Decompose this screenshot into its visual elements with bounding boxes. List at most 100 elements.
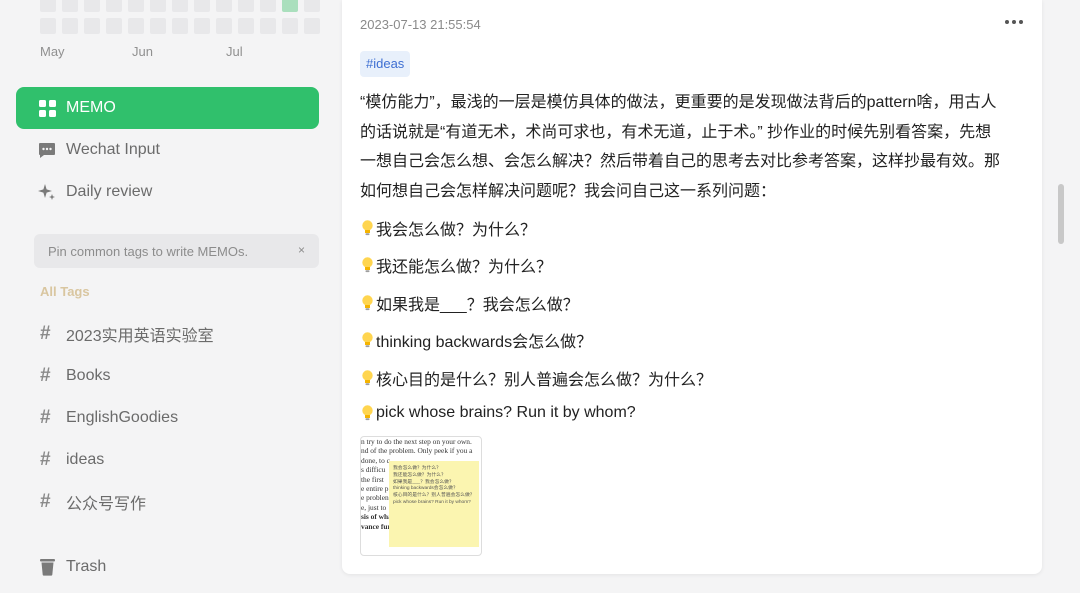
heatmap-cell[interactable]	[150, 0, 166, 12]
heatmap-cell[interactable]	[216, 18, 232, 34]
nav-memo-label: MEMO	[66, 99, 116, 116]
tag-label: ideas	[66, 451, 105, 468]
lightbulb-icon	[362, 295, 373, 311]
more-options-icon[interactable]	[1004, 14, 1024, 30]
pin-tags-hint: Pin common tags to write MEMOs. ×	[34, 234, 319, 268]
nav-wechat-input[interactable]: Wechat Input	[16, 129, 319, 171]
heatmap-cell[interactable]	[282, 18, 298, 34]
all-tags-heading: All Tags	[40, 284, 90, 299]
memo-timestamp: 2023-07-13 21:55:54	[360, 17, 481, 32]
heatmap-cell[interactable]	[260, 0, 276, 12]
note-line: 我会怎么做？为什么？	[393, 466, 441, 471]
nav-trash[interactable]: Trash	[16, 546, 319, 588]
hash-icon: #	[40, 449, 51, 470]
heatmap-cell[interactable]	[150, 18, 166, 34]
heatmap-cell[interactable]	[216, 0, 232, 12]
tag-label: EnglishGoodies	[66, 409, 179, 426]
heatmap-cell[interactable]	[62, 0, 78, 12]
heatmap-cell[interactable]	[304, 18, 320, 34]
book-line: nd of the problem. Only peek if you a	[361, 446, 473, 456]
tag-item[interactable]: # 2023实用英语实验室	[34, 317, 319, 351]
question-text: 我会怎么做？为什么？	[376, 222, 537, 239]
heatmap-cell[interactable]	[106, 18, 122, 34]
heatmap-cell[interactable]	[40, 0, 56, 12]
note-line: 我还能怎么做？为什么？	[393, 472, 446, 478]
lightbulb-icon	[362, 257, 373, 273]
paragraph-line: 的话说就是“有道无术，术尚可求也，有术无道，止于术。” 抄作业的时候先别看答案，…	[360, 123, 992, 141]
memo-card: 2023-07-13 21:55:54 #ideas “模仿能力”，最浅的一层是…	[342, 0, 1042, 574]
month-label: Jul	[226, 44, 243, 59]
heatmap-cell[interactable]	[84, 0, 100, 12]
heatmap-cell[interactable]	[128, 0, 144, 12]
heatmap-cell[interactable]	[238, 0, 254, 12]
trash-icon	[38, 558, 56, 576]
question-text: 核心目的是什么？别人普遍会怎么做？为什么？	[376, 372, 713, 389]
tag-item[interactable]: # ideas	[34, 443, 319, 477]
heatmap-cell[interactable]	[194, 0, 210, 12]
book-line: n try to do the next step on your own.	[361, 437, 472, 446]
question-item: 核心目的是什么？别人普遍会怎么做？为什么？	[360, 366, 712, 390]
heatmap-cell[interactable]	[62, 18, 78, 34]
lightbulb-icon	[362, 370, 373, 386]
note-line: pick whose brains? Run it by whom?	[393, 499, 471, 505]
hash-icon: #	[40, 407, 51, 428]
tag-label: Books	[66, 367, 111, 384]
pin-hint-text: Pin common tags to write MEMOs.	[48, 243, 249, 259]
heatmap-cell[interactable]	[40, 18, 56, 34]
heatmap-cell[interactable]	[194, 18, 210, 34]
memo-image-thumbnail[interactable]: n try to do the next step on your own. n…	[360, 436, 482, 556]
paragraph-line: “模仿能力”，最浅的一层是模仿具体的做法，更重要的是发现做法背后的pattern…	[360, 94, 997, 111]
heatmap-cell[interactable]	[260, 18, 276, 34]
question-text: pick whose brains? Run it by whom?	[376, 404, 636, 421]
chat-icon	[38, 141, 56, 159]
tag-label: 2023实用英语实验室	[66, 328, 214, 345]
heatmap-row	[40, 0, 320, 12]
memo-paragraph: “模仿能力”，最浅的一层是模仿具体的做法，更重要的是发现做法背后的pattern…	[360, 88, 1020, 206]
question-text: 如果我是___？我会怎么做？	[376, 297, 579, 314]
paragraph-line: 如何想自己会怎样解决问题呢？我会问自己这一系列问题：	[360, 182, 777, 200]
tag-label: 公众号写作	[66, 496, 147, 513]
heatmap-cell[interactable]	[128, 18, 144, 34]
memo-tag[interactable]: #ideas	[360, 51, 411, 77]
thumbnail-sticky-note: 我会怎么做？为什么？ 我还能怎么做？为什么？ 如果我是___？我会怎么做？ th…	[389, 461, 479, 547]
nav-daily-review[interactable]: Daily review	[16, 171, 319, 213]
question-item: thinking backwards会怎么做？	[360, 328, 592, 352]
close-icon[interactable]: ×	[298, 243, 305, 257]
hash-icon: #	[40, 491, 51, 512]
tag-item[interactable]: # EnglishGoodies	[34, 401, 319, 435]
grid-icon	[38, 99, 56, 117]
note-line: 核心目的是什么？别人普遍会怎么做？	[393, 493, 475, 499]
nav-daily-label: Daily review	[66, 183, 153, 200]
hash-icon: #	[40, 365, 51, 386]
lightbulb-icon	[362, 220, 373, 236]
month-label: Jun	[132, 44, 153, 59]
question-item: 我还能怎么做？为什么？	[360, 253, 552, 277]
heatmap-cell[interactable]	[106, 0, 122, 12]
heatmap-cell[interactable]	[84, 18, 100, 34]
question-text: 我还能怎么做？为什么？	[376, 259, 553, 276]
heatmap-cell[interactable]	[282, 0, 298, 12]
sparkle-icon	[38, 183, 56, 201]
heatmap-months: May Jun Jul	[40, 44, 340, 60]
hash-icon: #	[40, 323, 51, 344]
nav-memo[interactable]: MEMO	[16, 87, 319, 129]
paragraph-line: 一想自己会怎么想、会怎么解决？然后带着自己的思考去对比参考答案，这样抄最有效。那	[360, 153, 1001, 170]
heatmap-cell[interactable]	[304, 0, 320, 12]
sidebar: May Jun Jul MEMO Wechat Input Daily revi…	[0, 0, 335, 593]
heatmap-row	[40, 18, 320, 34]
question-item: pick whose brains? Run it by whom?	[360, 404, 636, 422]
lightbulb-icon	[362, 405, 373, 421]
question-item: 我会怎么做？为什么？	[360, 216, 536, 240]
lightbulb-icon	[362, 332, 373, 348]
heatmap-cell[interactable]	[172, 18, 188, 34]
tag-item[interactable]: # Books	[34, 359, 319, 393]
heatmap-cell[interactable]	[172, 0, 188, 12]
activity-heatmap: May Jun Jul	[40, 0, 320, 59]
tag-item[interactable]: # 公众号写作	[34, 485, 319, 519]
question-text: thinking backwards会怎么做？	[376, 334, 593, 351]
heatmap-cell[interactable]	[238, 18, 254, 34]
nav-trash-label: Trash	[66, 558, 107, 575]
scrollbar-thumb[interactable]	[1058, 184, 1064, 244]
nav-wechat-label: Wechat Input	[66, 141, 160, 158]
question-item: 如果我是___？我会怎么做？	[360, 291, 579, 315]
